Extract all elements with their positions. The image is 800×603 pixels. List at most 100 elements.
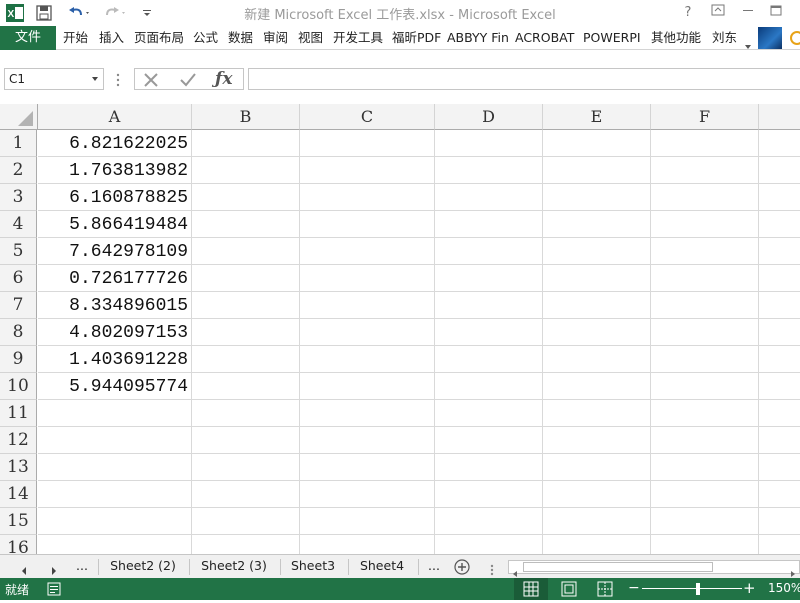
- gridline: [38, 534, 800, 535]
- row-header[interactable]: 7: [0, 292, 37, 319]
- zoom-slider-thumb[interactable]: [696, 583, 700, 595]
- zoom-out-icon[interactable]: −: [628, 580, 640, 596]
- cell-a8[interactable]: 4.802097153: [38, 319, 191, 345]
- tab-divider: [418, 559, 419, 575]
- formula-bar-grip-icon: [116, 72, 120, 91]
- macro-record-icon[interactable]: [47, 582, 61, 599]
- gridline: [38, 399, 800, 400]
- gridline: [191, 130, 192, 554]
- row-header[interactable]: 13: [0, 454, 37, 481]
- normal-view-button[interactable]: [514, 578, 548, 600]
- insert-function-icon[interactable]: ƒx: [215, 69, 232, 89]
- sheet-tab-sheet4[interactable]: Sheet4: [350, 555, 414, 578]
- cell-a5[interactable]: 7.642978109: [38, 238, 191, 264]
- row-header[interactable]: 1: [0, 130, 37, 157]
- column-header-f[interactable]: F: [651, 104, 759, 130]
- minimize-button[interactable]: [736, 3, 760, 23]
- horizontal-scrollbar[interactable]: [508, 560, 800, 577]
- column-header-g[interactable]: [759, 104, 800, 130]
- row-header[interactable]: 9: [0, 346, 37, 373]
- row-header[interactable]: 6: [0, 265, 37, 292]
- row-header[interactable]: 15: [0, 508, 37, 535]
- zoom-level[interactable]: 150%: [768, 581, 800, 595]
- row-header[interactable]: 14: [0, 481, 37, 508]
- sheet-tab-sheet2-2[interactable]: Sheet2 (2): [100, 555, 186, 578]
- sheet-tabs-ellipsis-right[interactable]: ...: [422, 555, 446, 578]
- worksheet-grid: A B C D E F 1 2 3 4 5 6 7 8 9 10 11 12 1…: [0, 104, 800, 554]
- add-sheet-icon[interactable]: [454, 559, 470, 579]
- tab-insert[interactable]: 插入: [99, 26, 124, 50]
- tab-home[interactable]: 开始: [63, 26, 88, 50]
- tab-review[interactable]: 审阅: [263, 26, 288, 50]
- gridline: [38, 480, 800, 481]
- tab-abbyy[interactable]: ABBYY Fin: [447, 26, 509, 50]
- gridline: [650, 130, 651, 554]
- tab-file[interactable]: 文件: [0, 26, 56, 50]
- cell-a1[interactable]: 6.821622025: [38, 130, 191, 156]
- cell-a3[interactable]: 6.160878825: [38, 184, 191, 210]
- cancel-icon[interactable]: [143, 72, 159, 92]
- tab-formulas[interactable]: 公式: [193, 26, 218, 50]
- column-header-d[interactable]: D: [435, 104, 543, 130]
- cell-a7[interactable]: 8.334896015: [38, 292, 191, 318]
- row-header[interactable]: 2: [0, 157, 37, 184]
- tab-divider: [98, 559, 99, 575]
- cell-a4[interactable]: 5.866419484: [38, 211, 191, 237]
- restore-button[interactable]: [764, 3, 788, 23]
- gridline: [38, 453, 800, 454]
- scrollbar-thumb[interactable]: [523, 562, 713, 572]
- gridline: [38, 507, 800, 508]
- cell-a10[interactable]: 5.944095774: [38, 373, 191, 399]
- tab-data[interactable]: 数据: [228, 26, 253, 50]
- page-break-preview-button[interactable]: [592, 578, 618, 600]
- gridline: [542, 130, 543, 554]
- zoom-slider[interactable]: [642, 588, 742, 589]
- ribbon-tabs: 文件 开始 插入 页面布局 公式 数据 审阅 视图 开发工具 福昕PDF ABB…: [0, 26, 800, 50]
- row-header[interactable]: 4: [0, 211, 37, 238]
- status-ready: 就绪: [5, 583, 30, 597]
- gridline: [299, 130, 300, 554]
- row-header[interactable]: 11: [0, 400, 37, 427]
- column-header-b[interactable]: B: [192, 104, 300, 130]
- row-header[interactable]: 10: [0, 373, 37, 400]
- help-button[interactable]: ?: [676, 3, 700, 23]
- page-layout-view-button[interactable]: [556, 578, 582, 600]
- tab-powerpivot[interactable]: POWERPI: [583, 26, 641, 50]
- tab-view[interactable]: 视图: [298, 26, 323, 50]
- smiley-feedback-icon[interactable]: [790, 31, 800, 45]
- tab-other-features[interactable]: 其他功能: [651, 26, 701, 50]
- sheet-tab-sheet3[interactable]: Sheet3: [282, 555, 344, 578]
- ribbon-display-options-icon[interactable]: [706, 3, 730, 23]
- sheet-tab-sheet2-3[interactable]: Sheet2 (3): [191, 555, 277, 578]
- name-box-dropdown-icon[interactable]: [91, 69, 99, 97]
- row-header[interactable]: 8: [0, 319, 37, 346]
- tab-page-layout[interactable]: 页面布局: [134, 26, 184, 50]
- zoom-in-icon[interactable]: +: [743, 579, 756, 597]
- tab-foxit-pdf[interactable]: 福昕PDF: [392, 26, 441, 50]
- column-header-c[interactable]: C: [300, 104, 435, 130]
- gridline: [38, 426, 800, 427]
- active-cell-c1[interactable]: [299, 130, 435, 157]
- tab-divider: [280, 559, 281, 575]
- select-all-button[interactable]: [0, 104, 38, 130]
- column-header-a[interactable]: A: [38, 104, 192, 130]
- tab-acrobat[interactable]: ACROBAT: [515, 26, 574, 50]
- cell-a2[interactable]: 1.763813982: [38, 157, 191, 183]
- enter-check-icon[interactable]: [179, 72, 197, 92]
- user-name[interactable]: 刘东: [712, 26, 737, 50]
- column-header-e[interactable]: E: [543, 104, 651, 130]
- cell-a6[interactable]: 0.726177726: [38, 265, 191, 291]
- sheet-tabs-ellipsis-left[interactable]: ...: [70, 555, 94, 578]
- formula-input[interactable]: [248, 68, 800, 90]
- avatar[interactable]: [758, 27, 782, 49]
- row-header[interactable]: 3: [0, 184, 37, 211]
- tab-developer[interactable]: 开发工具: [333, 26, 383, 50]
- name-box[interactable]: C1: [4, 68, 104, 90]
- gridline: [758, 130, 759, 554]
- user-dropdown-icon[interactable]: [744, 35, 752, 54]
- row-header[interactable]: 5: [0, 238, 37, 265]
- cell-a9[interactable]: 1.403691228: [38, 346, 191, 372]
- tab-divider: [348, 559, 349, 575]
- row-header[interactable]: 12: [0, 427, 37, 454]
- row-header[interactable]: 16: [0, 535, 37, 554]
